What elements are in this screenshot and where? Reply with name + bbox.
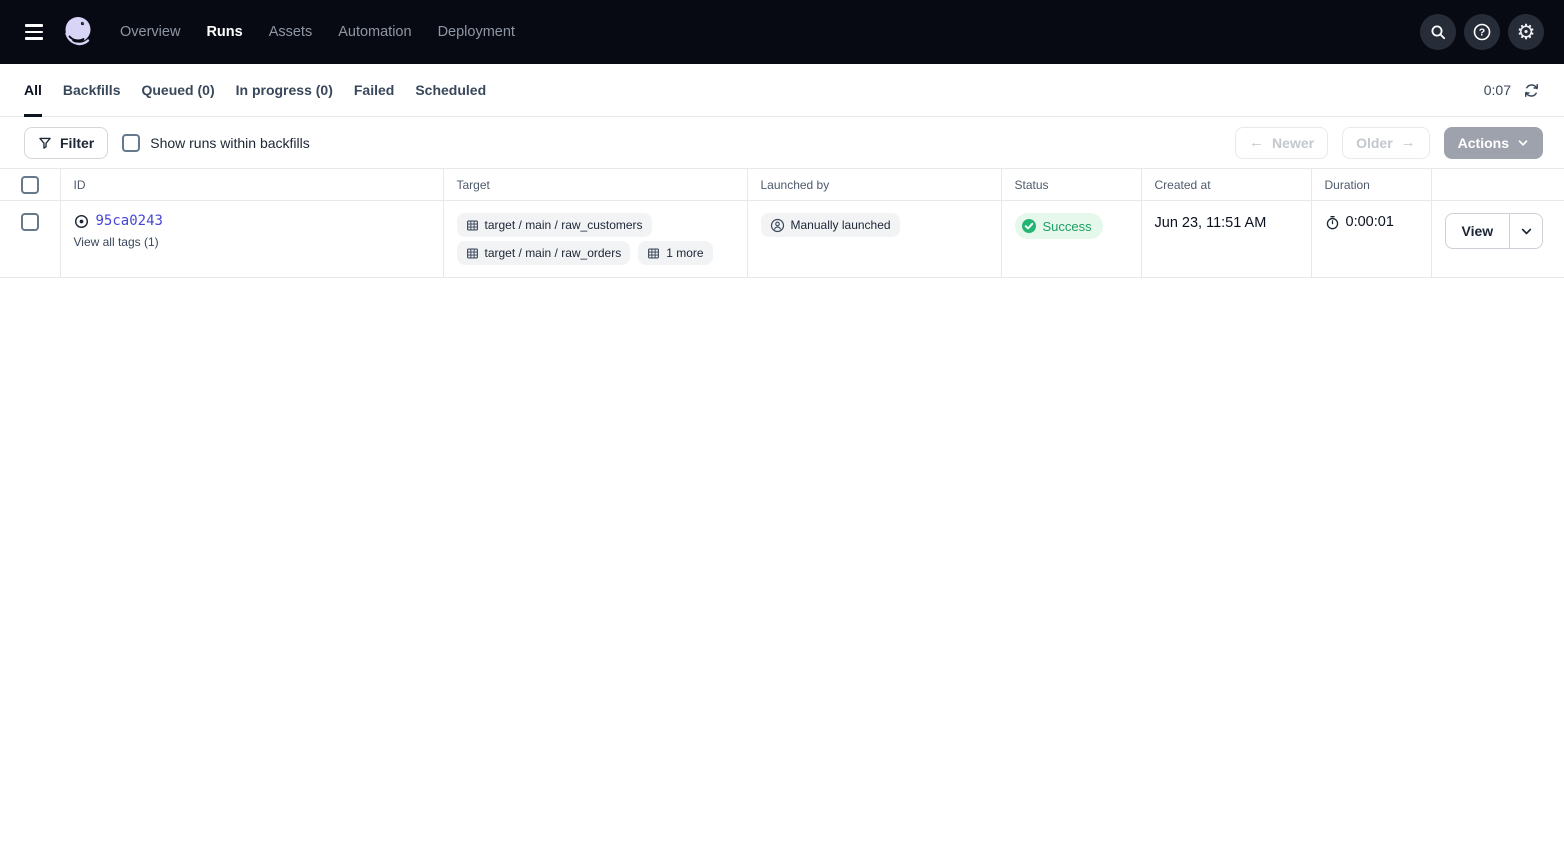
refresh-icon	[1523, 82, 1540, 99]
table-grid-icon	[466, 247, 479, 260]
duration-value: 0:00:01	[1346, 214, 1394, 230]
svg-text:?: ?	[1479, 27, 1485, 39]
dagster-logo-icon	[60, 14, 96, 50]
actions-button[interactable]: Actions	[1444, 127, 1543, 159]
refresh-countdown: 0:07	[1484, 82, 1511, 98]
tab-in-progress[interactable]: In progress (0)	[236, 64, 333, 116]
launched-by-cell: Manually launched	[747, 201, 1001, 278]
select-all-checkbox[interactable]	[21, 176, 39, 194]
column-header-target: Target	[443, 169, 747, 201]
row-actions-cell: View	[1431, 201, 1564, 278]
runs-table: ID Target Launched by Status Created at …	[0, 168, 1564, 278]
nav-assets[interactable]: Assets	[269, 24, 313, 40]
checkbox-box[interactable]	[122, 134, 140, 152]
newer-button[interactable]: ← Newer	[1235, 127, 1328, 159]
tab-scheduled[interactable]: Scheduled	[415, 64, 486, 116]
status-label: Success	[1043, 219, 1092, 234]
view-button[interactable]: View	[1446, 214, 1511, 248]
target-tag-label: target / main / raw_orders	[485, 246, 622, 260]
runs-tabbar: All Backfills Queued (0) In progress (0)…	[0, 64, 1564, 117]
runs-toolbar: Filter Show runs within backfills ← Newe…	[0, 117, 1564, 168]
nav-automation[interactable]: Automation	[338, 24, 411, 40]
filter-button-label: Filter	[60, 135, 94, 151]
column-header-status: Status	[1001, 169, 1141, 201]
filter-button[interactable]: Filter	[24, 127, 108, 159]
tab-backfills[interactable]: Backfills	[63, 64, 121, 116]
arrow-right-icon: →	[1401, 134, 1416, 151]
actions-button-label: Actions	[1458, 135, 1509, 151]
show-backfills-label: Show runs within backfills	[150, 135, 310, 151]
older-button-label: Older	[1356, 135, 1393, 151]
run-id-link[interactable]: 95ca0243	[96, 213, 163, 229]
help-icon: ?	[1472, 22, 1492, 42]
tab-failed[interactable]: Failed	[354, 64, 394, 116]
check-circle-icon	[1021, 218, 1037, 234]
refresh-button[interactable]	[1521, 80, 1542, 101]
search-icon	[1429, 23, 1447, 41]
chevron-down-icon	[1517, 137, 1529, 149]
top-navbar: Overview Runs Assets Automation Deployme…	[0, 0, 1564, 64]
chevron-down-icon	[1520, 225, 1533, 238]
nav-runs[interactable]: Runs	[206, 24, 242, 40]
gear-icon: ⚙	[1517, 22, 1536, 43]
target-tag[interactable]: target / main / raw_customers	[457, 213, 652, 237]
settings-button[interactable]: ⚙	[1508, 14, 1544, 50]
stopwatch-icon	[1325, 215, 1340, 230]
person-icon	[770, 218, 785, 233]
nav-deployment[interactable]: Deployment	[438, 24, 515, 40]
column-header-created-at: Created at	[1141, 169, 1311, 201]
status-badge: Success	[1015, 213, 1103, 239]
target-tag[interactable]: target / main / raw_orders	[457, 241, 631, 265]
table-grid-icon	[647, 247, 660, 260]
arrow-left-icon: ←	[1249, 134, 1264, 151]
view-dropdown-button[interactable]	[1510, 214, 1542, 248]
created-at-value: Jun 23, 11:51 AM	[1155, 213, 1267, 231]
search-button[interactable]	[1420, 14, 1456, 50]
tab-all[interactable]: All	[24, 64, 42, 116]
column-header-actions	[1431, 169, 1564, 201]
run-id-cell: 95ca0243 View all tags (1)	[60, 201, 443, 278]
target-cell: target / main / raw_customers target / m…	[443, 201, 747, 278]
more-targets-label: 1 more	[666, 246, 703, 260]
table-header-row: ID Target Launched by Status Created at …	[0, 169, 1564, 201]
view-all-tags-link[interactable]: View all tags (1)	[74, 235, 159, 249]
row-checkbox[interactable]	[21, 213, 39, 231]
menu-button[interactable]	[16, 14, 52, 50]
status-cell: Success	[1001, 201, 1141, 278]
launched-by-tag: Manually launched	[761, 213, 900, 237]
column-header-launched-by: Launched by	[747, 169, 1001, 201]
column-header-duration: Duration	[1311, 169, 1431, 201]
older-button[interactable]: Older →	[1342, 127, 1430, 159]
target-tag-label: target / main / raw_customers	[485, 218, 643, 232]
funnel-icon	[38, 136, 52, 150]
help-button[interactable]: ?	[1464, 14, 1500, 50]
column-header-id: ID	[60, 169, 443, 201]
show-backfills-checkbox[interactable]: Show runs within backfills	[122, 134, 310, 152]
table-grid-icon	[466, 219, 479, 232]
duration-cell: 0:00:01	[1311, 201, 1431, 278]
nav-overview[interactable]: Overview	[120, 24, 180, 40]
created-at-cell: Jun 23, 11:51 AM	[1141, 201, 1311, 278]
run-circle-icon	[74, 214, 89, 229]
table-row: 95ca0243 View all tags (1) target / main…	[0, 201, 1564, 278]
newer-button-label: Newer	[1272, 135, 1314, 151]
primary-nav: Overview Runs Assets Automation Deployme…	[120, 24, 515, 40]
tab-queued[interactable]: Queued (0)	[141, 64, 214, 116]
launched-by-label: Manually launched	[791, 218, 891, 232]
more-targets-tag[interactable]: 1 more	[638, 241, 712, 265]
